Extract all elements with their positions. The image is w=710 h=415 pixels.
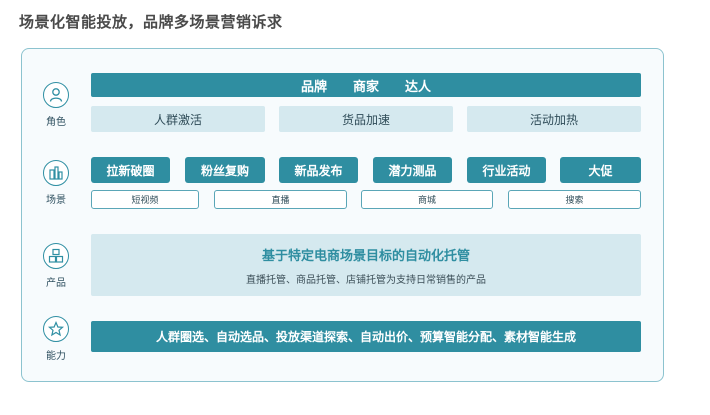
buildings-icon <box>43 160 69 186</box>
role-item-audience-activation: 人群激活 <box>91 106 265 132</box>
role-label: 产品 <box>46 278 66 289</box>
role-header-creator: 达人 <box>405 79 432 95</box>
scene-pill: 拉新破圈 <box>91 157 170 183</box>
page-title: 场景化智能投放，品牌多场景营销诉求 <box>19 13 283 31</box>
scene-channel: 直播 <box>214 190 347 209</box>
product-subtitle: 直播托管、商品托管、店铺托管为支持日常销售的产品 <box>246 274 486 286</box>
role-product: 产品 <box>34 243 78 289</box>
role-header-merchant: 商家 <box>352 79 379 95</box>
role-label: 场景 <box>46 195 66 206</box>
product-block: 基于特定电商场景目标的自动化托管 直播托管、商品托管、店铺托管为支持日常销售的产… <box>91 234 641 296</box>
role-item-event-heating: 活动加热 <box>467 106 641 132</box>
scene-channel: 搜索 <box>508 190 641 209</box>
scene-channel: 短视频 <box>91 190 199 209</box>
role-label: 角色 <box>46 117 66 128</box>
product-title: 基于特定电商场景目标的自动化托管 <box>261 248 470 264</box>
star-icon <box>43 316 69 342</box>
boxes-icon <box>43 243 69 269</box>
person-icon <box>43 82 69 108</box>
scene-pill: 行业活动 <box>467 157 546 183</box>
scene-channel: 商城 <box>361 190 493 209</box>
scene-pill: 大促 <box>560 157 641 183</box>
scene-pill: 粉丝复购 <box>185 157 265 183</box>
scene-pill: 潜力测品 <box>373 157 452 183</box>
role-header-brand: 品牌 <box>300 79 327 95</box>
role-capability: 能力 <box>34 316 78 362</box>
role-character: 角色 <box>34 82 78 128</box>
role-label: 能力 <box>46 351 66 362</box>
role-item-goods-acceleration: 货品加速 <box>279 106 453 132</box>
role-header-bar: 品牌 商家 达人 <box>91 73 641 97</box>
scene-pill: 新品发布 <box>279 157 358 183</box>
capability-bar: 人群圈选、自动选品、投放渠道探索、自动出价、预算智能分配、素材智能生成 <box>91 321 641 352</box>
role-scene: 场景 <box>34 160 78 206</box>
